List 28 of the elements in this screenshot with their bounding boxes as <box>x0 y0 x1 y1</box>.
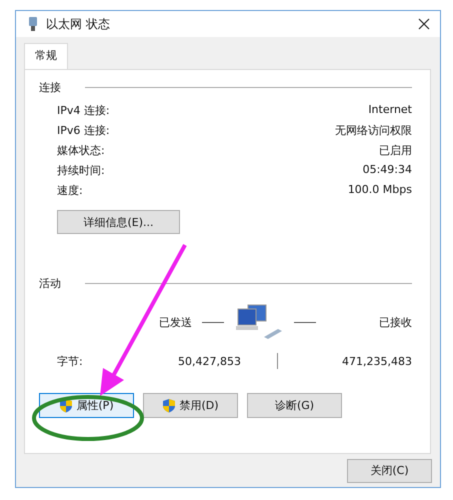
bytes-label: 字节: <box>57 354 84 368</box>
shield-icon <box>59 398 74 413</box>
group-heading: 活动 <box>39 276 61 291</box>
network-adapter-icon <box>28 16 38 32</box>
computers-icon <box>234 303 284 341</box>
bytes-sent-value: 50,427,853 <box>177 354 241 368</box>
window-title: 以太网 状态 <box>46 16 111 32</box>
field-value: Internet <box>368 103 412 118</box>
tab[interactable]: 常规 <box>24 43 68 69</box>
bytes-received-value: 471,235,483 <box>342 354 412 368</box>
field-value: 05:49:34 <box>362 163 412 178</box>
close-button[interactable]: 关闭(C) <box>347 458 432 482</box>
sent-label: 已发送 <box>159 314 192 330</box>
field-label: 速度: <box>57 183 83 198</box>
field-value: 已启用 <box>379 143 412 158</box>
field-value: 无网络访问权限 <box>335 123 412 138</box>
field-label: IPv6 连接: <box>57 123 110 138</box>
field-label: IPv4 连接: <box>57 103 110 118</box>
group-heading: 连接 <box>39 80 61 95</box>
field-label: 媒体状态: <box>57 143 105 158</box>
details-button[interactable]: 详细信息(E)... <box>57 210 180 234</box>
shield-icon <box>162 398 176 413</box>
field-label: 持续时间: <box>57 163 105 178</box>
field-value: 100.0 Mbps <box>348 183 412 198</box>
received-label: 已接收 <box>379 314 412 330</box>
action-button[interactable]: 禁用(D) <box>143 393 238 418</box>
action-button[interactable]: 诊断(G) <box>247 393 342 418</box>
close-icon[interactable] <box>418 18 430 30</box>
